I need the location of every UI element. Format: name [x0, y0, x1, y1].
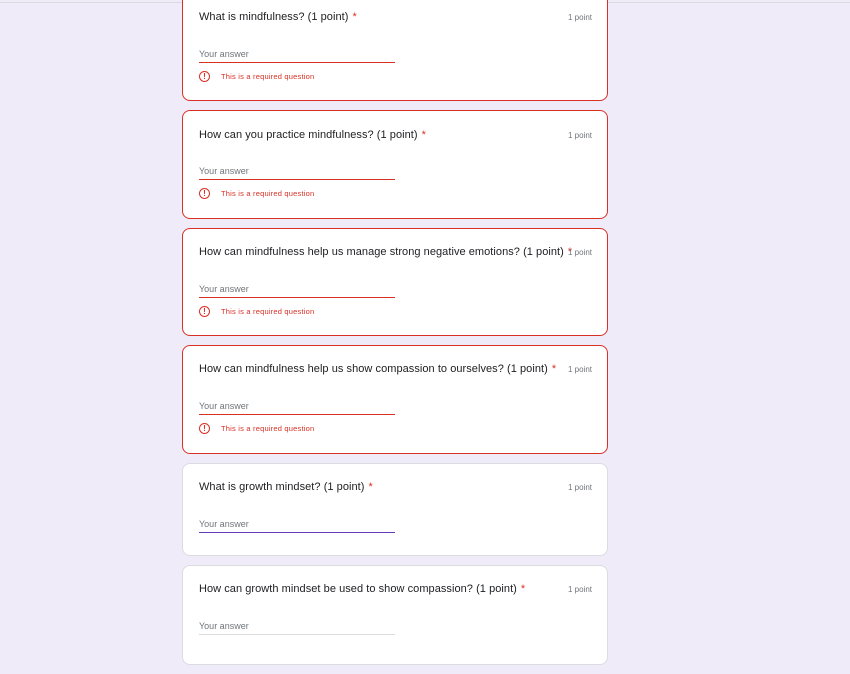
question-card: What is growth mindset? (1 point) * 1 poi… — [182, 463, 608, 556]
error-text: This is a required question — [221, 189, 315, 198]
question-card: How can mindfulness help us show compass… — [182, 345, 608, 454]
required-asterisk: * — [520, 583, 526, 595]
required-asterisk: * — [368, 481, 373, 493]
question-points: 1 point — [567, 483, 592, 492]
answer-input[interactable] — [199, 49, 395, 63]
error-text: This is a required question — [221, 307, 315, 316]
question-title: How can growth mindset be used to show c… — [199, 583, 526, 595]
required-asterisk: * — [421, 129, 426, 141]
answer-input[interactable] — [199, 166, 395, 180]
question-title: How can mindfulness help us manage stron… — [199, 246, 573, 258]
error-message: ! This is a required question — [199, 423, 314, 434]
error-text: This is a required question — [221, 72, 315, 81]
question-title: How can you practice mindfulness? (1 poi… — [199, 129, 426, 141]
question-points: 1 point — [567, 585, 592, 594]
question-title: What is growth mindset? (1 point) * — [199, 481, 373, 493]
question-title: What is mindfulness? (1 point) * — [199, 11, 357, 23]
form-questions: What is mindfulness? (1 point) * 1 point … — [182, 0, 608, 674]
answer-input[interactable] — [199, 519, 395, 533]
required-asterisk: * — [551, 363, 557, 375]
question-card: How can mindfulness help us manage stron… — [182, 228, 608, 336]
question-title: How can mindfulness help us show compass… — [199, 363, 557, 375]
answer-input[interactable] — [199, 401, 395, 415]
error-message: ! This is a required question — [199, 71, 314, 82]
answer-input[interactable] — [199, 621, 395, 635]
error-message: ! This is a required question — [199, 188, 314, 199]
question-card: How can growth mindset be used to show c… — [182, 565, 608, 665]
required-asterisk: * — [352, 11, 357, 23]
exclamation-circle-icon: ! — [199, 188, 210, 199]
exclamation-circle-icon: ! — [199, 71, 210, 82]
question-points: 1 point — [567, 365, 592, 374]
error-text: This is a required question — [221, 424, 315, 433]
question-points: 1 point — [567, 13, 592, 22]
question-points: 1 point — [567, 131, 592, 140]
question-card: How can you practice mindfulness? (1 poi… — [182, 110, 608, 219]
question-card: What is mindfulness? (1 point) * 1 point … — [182, 0, 608, 101]
question-points: 1 point — [567, 248, 592, 257]
answer-input[interactable] — [199, 284, 395, 298]
error-message: ! This is a required question — [199, 306, 314, 317]
exclamation-circle-icon: ! — [199, 306, 210, 317]
exclamation-circle-icon: ! — [199, 423, 210, 434]
